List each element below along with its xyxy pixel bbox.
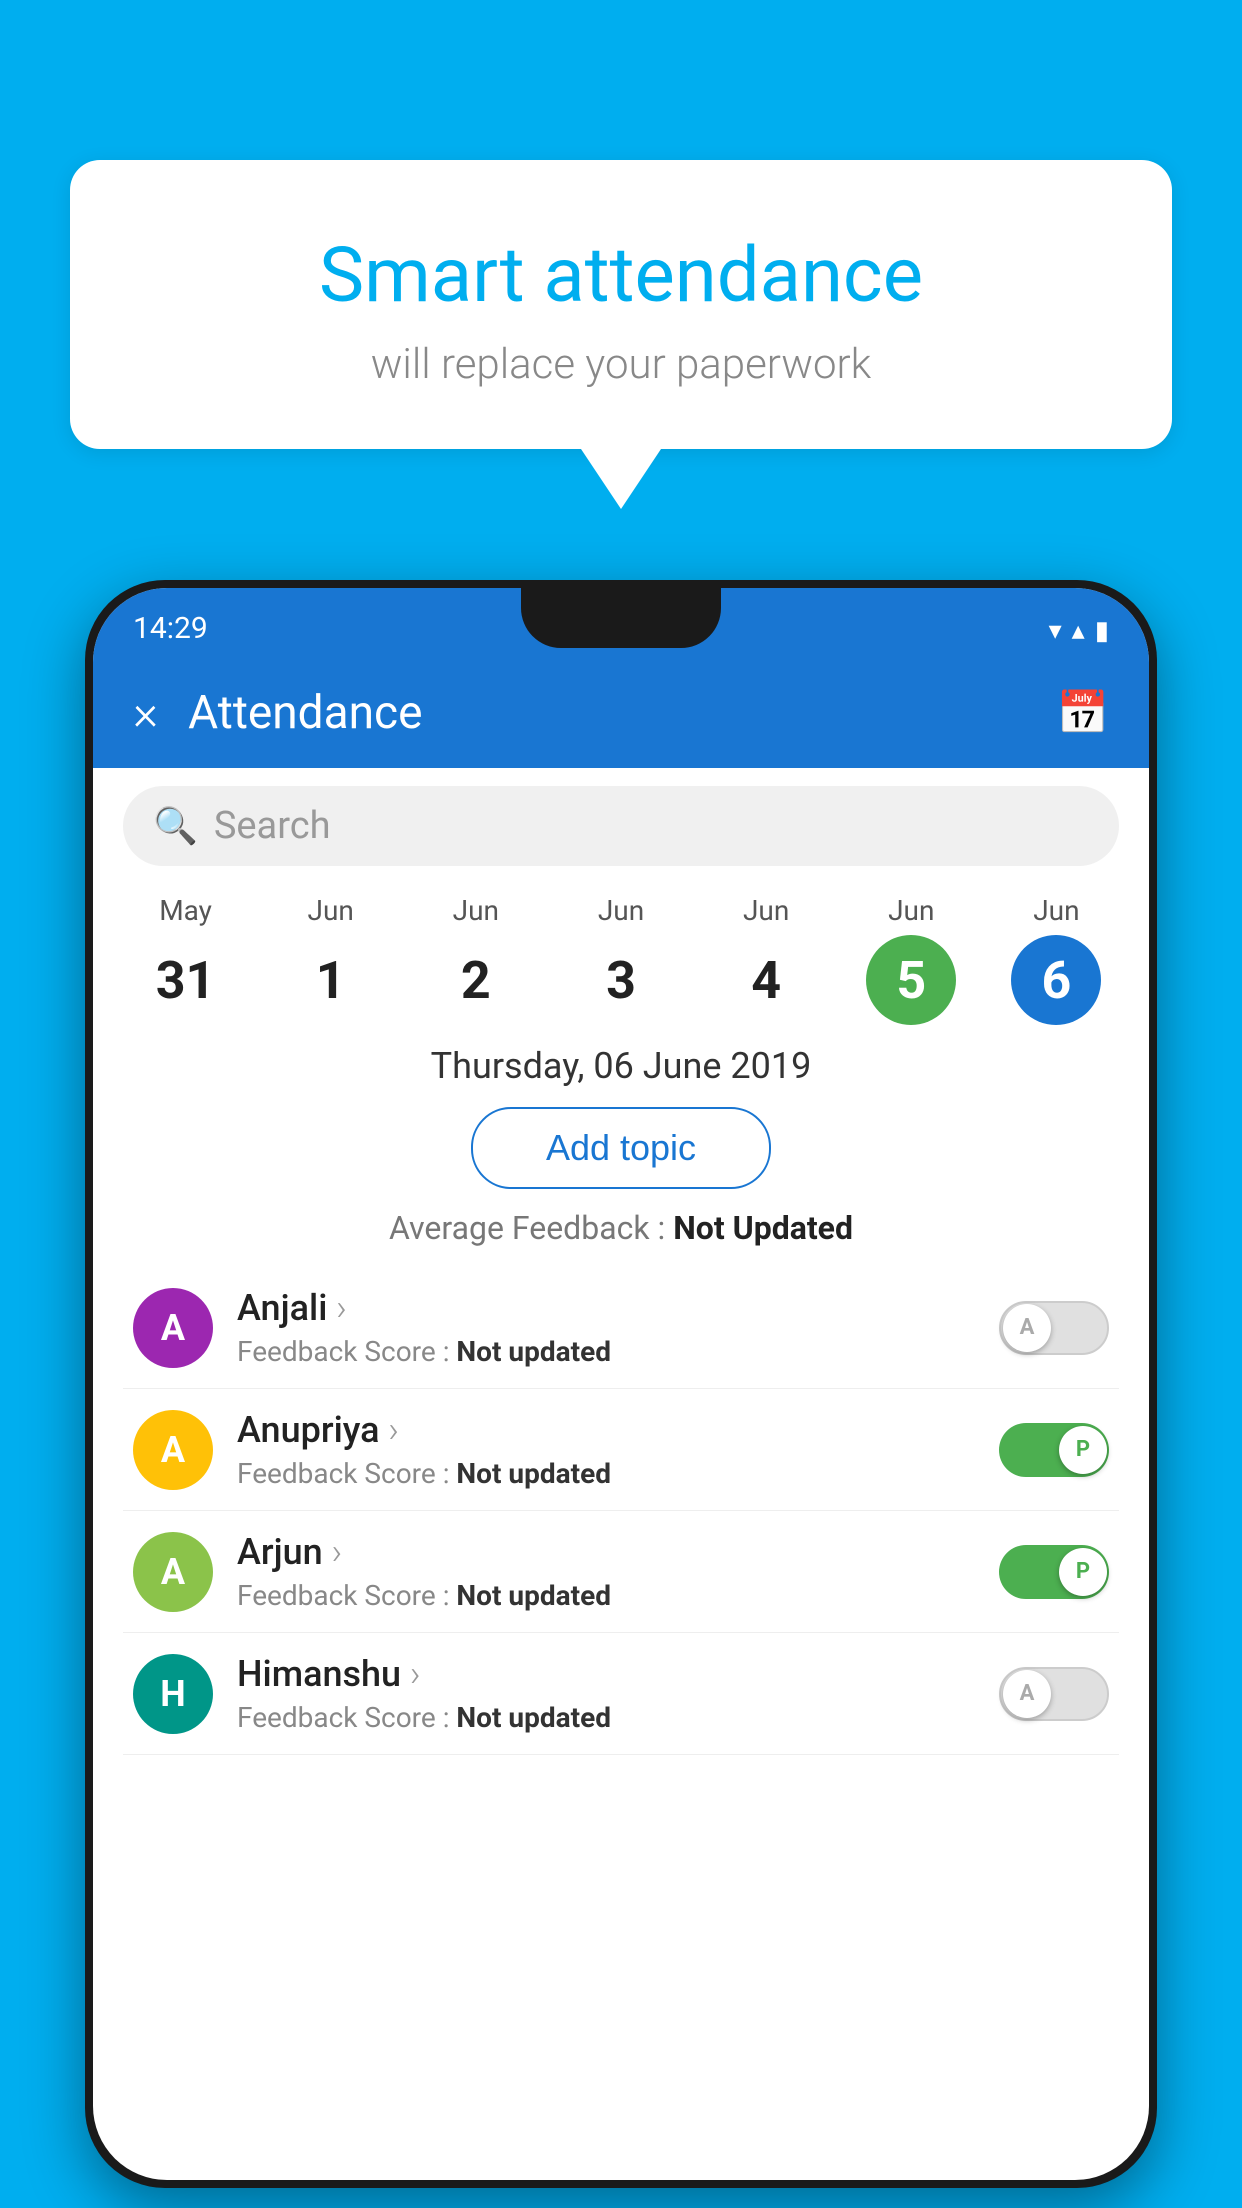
student-avatar-anjali: A: [133, 1288, 213, 1368]
signal-icon: ▴: [1072, 616, 1085, 646]
student-name-himanshu[interactable]: Himanshu: [237, 1653, 999, 1695]
student-name-anjali[interactable]: Anjali: [237, 1287, 999, 1329]
avg-feedback-value: Not Updated: [673, 1209, 853, 1247]
student-feedback-arjun: Feedback Score : Not updated: [237, 1579, 999, 1612]
speech-bubble-title: Smart attendance: [130, 230, 1112, 320]
date-item-0[interactable]: May 31: [113, 894, 258, 1025]
date-item-1[interactable]: Jun 1: [258, 894, 403, 1025]
date-month-4: Jun: [694, 894, 839, 927]
student-item-anjali: A Anjali Feedback Score : Not updated A: [123, 1267, 1119, 1389]
avg-feedback: Average Feedback : Not Updated: [123, 1209, 1119, 1247]
student-name-arjun[interactable]: Arjun: [237, 1531, 999, 1573]
search-bar[interactable]: 🔍 Search: [123, 786, 1119, 866]
date-month-1: Jun: [258, 894, 403, 927]
status-icons: ▾ ▴ ▮: [1049, 616, 1109, 646]
date-number-3: 3: [576, 935, 666, 1025]
student-name-anupriya[interactable]: Anupriya: [237, 1409, 999, 1451]
avg-feedback-label: Average Feedback :: [389, 1209, 665, 1247]
attendance-toggle-anjali[interactable]: A: [999, 1301, 1109, 1355]
date-number-4: 4: [721, 935, 811, 1025]
student-avatar-himanshu: H: [133, 1654, 213, 1734]
date-month-5: Jun: [839, 894, 984, 927]
student-avatar-arjun: A: [133, 1532, 213, 1612]
speech-bubble: Smart attendance will replace your paper…: [70, 160, 1172, 449]
student-item-anupriya: A Anupriya Feedback Score : Not updated …: [123, 1389, 1119, 1511]
date-number-1: 1: [286, 935, 376, 1025]
search-placeholder: Search: [214, 804, 331, 848]
toggle-knob-arjun: P: [1059, 1548, 1107, 1596]
attendance-toggle-arjun[interactable]: P: [999, 1545, 1109, 1599]
battery-icon: ▮: [1095, 616, 1109, 646]
wifi-icon: ▾: [1049, 616, 1062, 646]
speech-bubble-subtitle: will replace your paperwork: [130, 340, 1112, 389]
student-feedback-anupriya: Feedback Score : Not updated: [237, 1457, 999, 1490]
calendar-icon[interactable]: 📅: [1057, 689, 1109, 738]
phone-frame: 14:29 ▾ ▴ ▮ × Attendance 📅 🔍 Search May …: [85, 580, 1157, 2188]
date-item-5[interactable]: Jun 5: [839, 894, 984, 1025]
close-button[interactable]: ×: [133, 689, 158, 737]
student-avatar-anupriya: A: [133, 1410, 213, 1490]
content-area: Thursday, 06 June 2019 Add topic Average…: [93, 1035, 1149, 1765]
toggle-knob-anupriya: P: [1059, 1426, 1107, 1474]
search-icon: 🔍: [153, 805, 198, 847]
status-time: 14:29: [133, 611, 208, 646]
student-feedback-anjali: Feedback Score : Not updated: [237, 1335, 999, 1368]
date-scroll: May 31 Jun 1 Jun 2 Jun 3 Jun 4 Jun 5: [93, 884, 1149, 1035]
date-item-4[interactable]: Jun 4: [694, 894, 839, 1025]
date-month-6: Jun: [984, 894, 1129, 927]
speech-bubble-arrow: [581, 449, 661, 509]
speech-bubble-container: Smart attendance will replace your paper…: [70, 160, 1172, 509]
selected-date-label: Thursday, 06 June 2019: [123, 1045, 1119, 1087]
date-month-3: Jun: [548, 894, 693, 927]
toggle-knob-anjali: A: [1003, 1304, 1051, 1352]
date-number-6: 6: [1011, 935, 1101, 1025]
add-topic-button[interactable]: Add topic: [471, 1107, 771, 1189]
date-month-2: Jun: [403, 894, 548, 927]
date-item-6[interactable]: Jun 6: [984, 894, 1129, 1025]
student-info-himanshu: Himanshu Feedback Score : Not updated: [237, 1653, 999, 1734]
attendance-toggle-himanshu[interactable]: A: [999, 1667, 1109, 1721]
date-item-2[interactable]: Jun 2: [403, 894, 548, 1025]
phone-inner: 14:29 ▾ ▴ ▮ × Attendance 📅 🔍 Search May …: [93, 588, 1149, 2180]
student-item-arjun: A Arjun Feedback Score : Not updated P: [123, 1511, 1119, 1633]
student-item-himanshu: H Himanshu Feedback Score : Not updated …: [123, 1633, 1119, 1755]
app-bar: × Attendance 📅: [93, 658, 1149, 768]
date-number-2: 2: [431, 935, 521, 1025]
phone-notch: [521, 588, 721, 648]
attendance-toggle-anupriya[interactable]: P: [999, 1423, 1109, 1477]
toggle-knob-himanshu: A: [1003, 1670, 1051, 1718]
app-bar-title: Attendance: [188, 686, 1057, 740]
student-feedback-himanshu: Feedback Score : Not updated: [237, 1701, 999, 1734]
date-item-3[interactable]: Jun 3: [548, 894, 693, 1025]
student-info-anupriya: Anupriya Feedback Score : Not updated: [237, 1409, 999, 1490]
date-month-0: May: [113, 894, 258, 927]
date-number-0: 31: [141, 935, 231, 1025]
student-info-anjali: Anjali Feedback Score : Not updated: [237, 1287, 999, 1368]
date-number-5: 5: [866, 935, 956, 1025]
student-info-arjun: Arjun Feedback Score : Not updated: [237, 1531, 999, 1612]
student-list: A Anjali Feedback Score : Not updated A …: [123, 1267, 1119, 1755]
